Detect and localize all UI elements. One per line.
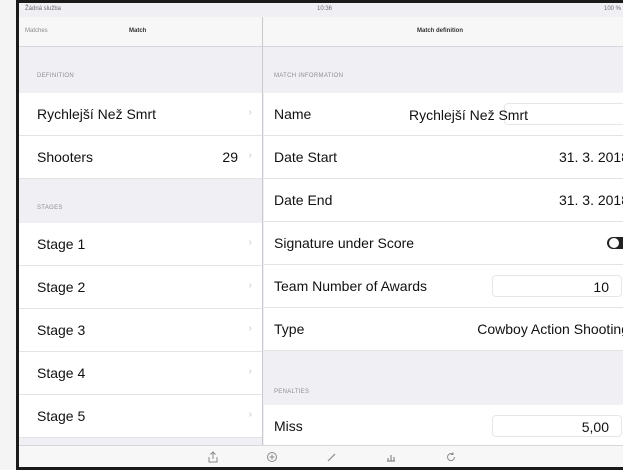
chevron-right-icon: › [248,409,252,420]
shooters-label: Shooters [37,149,94,165]
type-value[interactable]: Cowboy Action Shooting [477,321,623,337]
list-item-stage[interactable]: Stage 1 › [19,223,262,266]
stats-icon[interactable] [385,451,397,466]
name-row: Name Rychlejší Než Smrt [264,93,623,136]
app-window: Žádná služba 10:36 100 % Matches Match M… [16,0,623,470]
share-icon[interactable] [207,451,219,466]
date-end-label: Date End [274,192,333,208]
penalties-section-header: PENALTIES [274,389,310,395]
chevron-right-icon: › [248,280,252,291]
stages-section-header: STAGES [37,205,63,211]
shooters-count: 29 [222,149,238,165]
list-item-stage[interactable]: Stage 3 › [19,309,262,352]
date-start-row[interactable]: Date Start 31. 3. 2018 [264,136,623,179]
stage-label: Stage 2 [37,279,86,295]
signature-toggle[interactable] [607,235,623,251]
clock-label: 10:36 [317,6,333,12]
date-end-value[interactable]: 31. 3. 2018 [559,192,623,208]
team-awards-value: 10 [593,279,609,295]
miss-label: Miss [274,418,303,434]
date-end-row[interactable]: Date End 31. 3. 2018 [264,179,623,222]
detail-nav-bar: Match definition [263,17,623,47]
miss-row: Miss 5,00 [264,405,623,448]
list-item-stage[interactable]: Stage 2 › [19,266,262,309]
stage-label: Stage 3 [37,322,86,338]
stage-label: Stage 4 [37,365,86,381]
team-awards-row: Team Number of Awards 10 [264,265,623,308]
name-label: Name [274,106,312,122]
match-information-section-header: MATCH INFORMATION [274,73,344,79]
add-icon[interactable] [266,451,278,466]
master-title: Match [129,28,147,34]
list-item-match-name[interactable]: Rychlejší Než Smrt › [19,93,262,136]
chevron-right-icon: › [248,366,252,377]
definition-section-header: DEFINITION [37,73,74,79]
toggle-knob [609,238,619,248]
bottom-toolbar [19,445,623,467]
team-awards-field[interactable]: 10 [492,275,622,297]
chevron-right-icon: › [248,107,252,118]
back-to-matches-button[interactable]: Matches [25,28,48,34]
date-start-label: Date Start [274,149,338,165]
stage-label: Stage 1 [37,236,86,252]
detail-form: MATCH INFORMATION Name Rychlejší Než Smr… [264,47,623,448]
type-label: Type [274,321,305,337]
date-start-value[interactable]: 31. 3. 2018 [559,149,623,165]
carrier-label: Žádná služba [25,6,62,12]
chevron-right-icon: › [248,323,252,334]
status-bar: Žádná služba 10:36 100 % [19,3,623,17]
chevron-right-icon: › [248,150,252,161]
chevron-right-icon: › [248,237,252,248]
team-awards-label: Team Number of Awards [274,278,428,294]
list-item-stage[interactable]: Stage 5 › [19,395,262,438]
stage-label: Stage 5 [37,408,86,424]
list-item-stage[interactable]: Stage 4 › [19,352,262,395]
refresh-icon[interactable] [445,451,457,466]
pencil-icon[interactable] [326,451,338,466]
match-name-label: Rychlejší Než Smrt [37,106,157,122]
battery-label: 100 % [603,6,621,12]
miss-field[interactable]: 5,00 [492,415,622,437]
signature-label: Signature under Score [274,235,415,251]
miss-value: 5,00 [581,419,609,435]
name-value: Rychlejší Než Smrt [409,107,529,123]
master-list: DEFINITION Rychlejší Než Smrt › Shooters… [19,47,263,445]
list-item-shooters[interactable]: Shooters 29 › [19,136,262,179]
master-nav-bar: Matches Match [19,17,263,47]
detail-title: Match definition [417,28,463,34]
type-row[interactable]: Type Cowboy Action Shooting [264,308,623,351]
name-field[interactable]: Rychlejší Než Smrt [409,103,623,125]
signature-row: Signature under Score [264,222,623,265]
